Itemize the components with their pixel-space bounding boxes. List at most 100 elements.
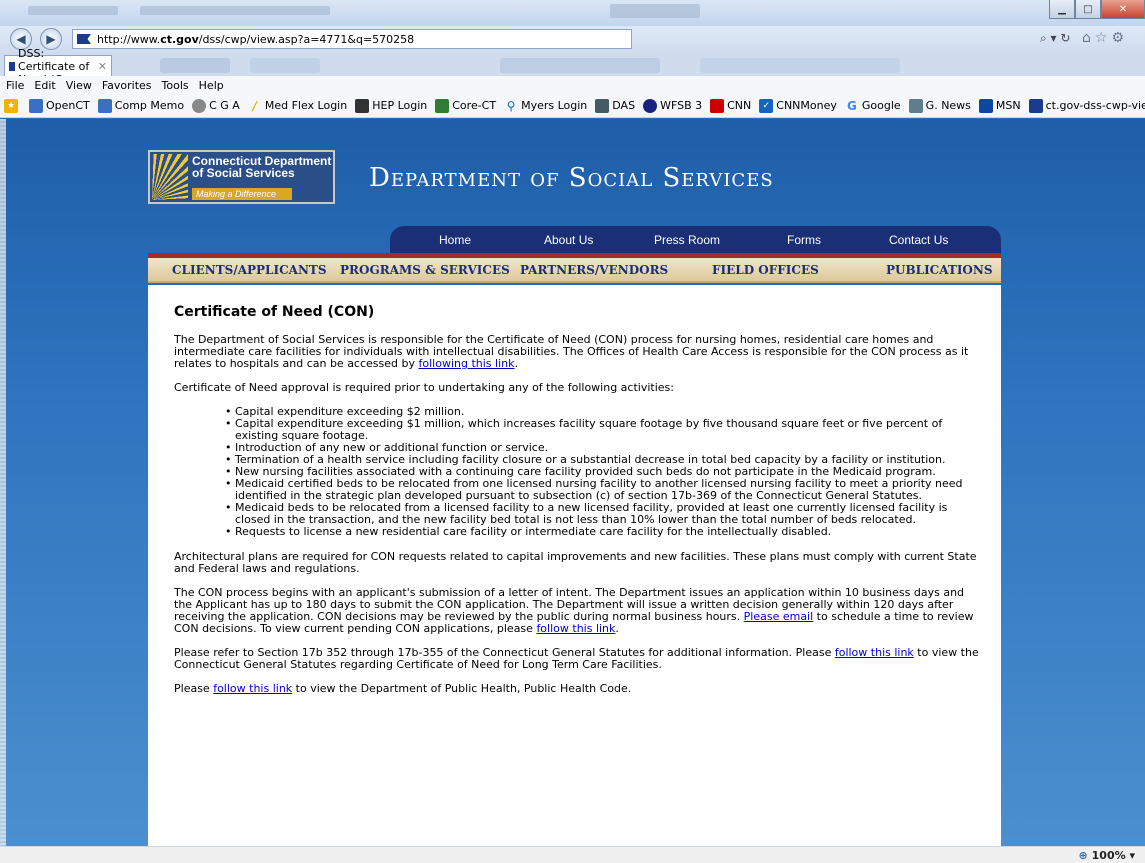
section-navigation: CLIENTS/APPLICANTS PROGRAMS & SERVICES P… [148,258,1001,283]
nav-about-us[interactable]: About Us [544,233,593,247]
search-icon[interactable]: ⌕ [1040,31,1047,45]
pending-applications-link[interactable]: follow this link [536,622,615,635]
bookmark-icon [908,98,923,113]
favorite-link[interactable]: WFSB 3 [643,98,702,113]
menu-help[interactable]: Help [199,79,224,92]
dss-logo[interactable]: Connecticut Department of Social Services… [148,150,335,204]
favorite-link[interactable]: Comp Memo [97,98,185,113]
search-refresh-controls[interactable]: ⌕ ▾ ↻ [1040,31,1070,46]
email-link[interactable]: Please email [744,610,814,623]
menu-view[interactable]: View [66,79,92,92]
home-icon[interactable]: ⌂ [1082,30,1095,46]
logo-line2: of Social Services [192,166,295,180]
favorite-label: Med Flex Login [264,99,348,112]
favorite-link[interactable]: Core-CT [435,98,496,113]
tab-row: DSS: Certificate of Need (C... ✕ [0,47,1145,86]
list-item: Medicaid certified beds to be relocated … [225,478,984,502]
favorite-link[interactable]: HEP Login [355,98,428,113]
titlebar-ghost [140,6,330,15]
nav-clients-applicants[interactable]: CLIENTS/APPLICANTS [172,263,327,277]
nav-forms[interactable]: Forms [787,233,821,247]
bookmark-icon [643,98,658,113]
favorite-label: OpenCT [46,99,90,112]
zoom-icon: ⊕ [1078,849,1088,862]
favorite-link[interactable]: G Google [845,99,901,113]
add-favorite-button[interactable]: ★ [4,98,21,113]
favorites-star-icon[interactable]: ☆ [1095,30,1112,46]
favorite-label: MSN [995,99,1021,112]
list-item: Medicaid beds to be relocated from a lic… [225,502,984,526]
maximize-button[interactable]: □ [1075,0,1101,19]
tab-dss-certificate[interactable]: DSS: Certificate of Need (C... ✕ [4,47,112,86]
statutes-paragraph: Please refer to Section 17b 352 through … [174,647,984,671]
health-code-start: Please [174,682,214,695]
refresh-icon[interactable]: ↻ [1060,31,1070,45]
minimize-button[interactable]: ▁ [1049,0,1075,19]
intro-end: . [514,357,518,370]
menu-file[interactable]: File [6,79,24,92]
titlebar-ghost [610,4,700,18]
settings-gear-icon[interactable]: ⚙ [1111,30,1128,46]
tab-ghost [250,58,320,73]
favorite-label: C G A [209,99,240,112]
sunburst-logo-icon [152,154,188,200]
favorite-label: DAS [612,99,636,112]
nav-publications[interactable]: PUBLICATIONS [886,263,993,277]
titlebar-ghost [28,6,118,15]
list-item: Capital expenditure exceeding $1 million… [225,418,984,442]
menu-tools[interactable]: Tools [162,79,189,92]
nav-home[interactable]: Home [439,233,471,247]
bookmark-icon [1028,98,1043,113]
zoom-control[interactable]: ⊕ 100% ▾ [1078,849,1135,862]
list-item: Requests to license a new residential ca… [225,526,984,539]
bookmark-icon [192,98,207,113]
left-edge-texture [0,119,6,846]
favorite-label: Myers Login [521,99,588,112]
nav-press-room[interactable]: Press Room [654,233,720,247]
favorite-label: CNNMoney [776,99,837,112]
favorite-link[interactable]: C G A [192,98,240,113]
health-code-paragraph: Please follow this link to view the Depa… [174,683,984,695]
top-navigation: Home About Us Press Room Forms Contact U… [390,226,1001,253]
bookmark-icon [435,98,450,113]
favorite-link[interactable]: CNN [710,98,751,113]
nav-field-offices[interactable]: FIELD OFFICES [712,263,819,277]
process-paragraph: The CON process begins with an applicant… [174,587,984,635]
address-bar[interactable]: http://www. ct.gov/dss/cwp/view.asp?a=477… [72,29,632,49]
tab-close-icon[interactable]: ✕ [98,60,107,73]
menu-edit[interactable]: Edit [34,79,55,92]
ohca-link[interactable]: following this link [419,357,515,370]
address-row: ◀ ▶ http://www. ct.gov/dss/cwp/view.asp?a… [0,26,1145,54]
favorite-label: Comp Memo [114,99,185,112]
favorite-link[interactable]: ⚲ Myers Login [504,99,588,113]
page-heading: Certificate of Need (CON) [174,304,375,320]
bookmark-icon [97,98,112,113]
tab-ghost [160,58,230,73]
back-arrow-icon: ◀ [16,32,26,46]
window-titlebar: ▁ □ ✕ [0,0,1145,26]
favorite-link[interactable]: MSN [978,98,1021,113]
nav-partners-vendors[interactable]: PARTNERS/VENDORS [520,263,668,277]
bookmark-icon [29,98,43,113]
health-code-link[interactable]: follow this link [213,682,292,695]
bookmark-icon: / [252,98,258,113]
window-controls: ▁ □ ✕ [1049,0,1145,19]
nav-contact-us[interactable]: Contact Us [889,233,948,247]
close-button[interactable]: ✕ [1101,0,1145,19]
site-flag-icon [77,34,91,44]
status-bar: ⊕ 100% ▾ [0,846,1145,863]
nav-programs-services[interactable]: PROGRAMS & SERVICES [340,263,510,277]
architectural-paragraph: Architectural plans are required for CON… [174,550,977,575]
favorite-link[interactable]: DAS [595,98,636,113]
favorite-link[interactable]: ct.gov-dss-cwp-view.aspa... [1028,98,1145,113]
favorite-link[interactable]: OpenCT [29,98,90,113]
favorite-link[interactable]: G. News [908,98,971,113]
menu-favorites[interactable]: Favorites [102,79,152,92]
main-content: Certificate of Need (CON) The Department… [148,285,1001,846]
favorite-label: HEP Login [372,99,428,112]
statutes-link[interactable]: follow this link [835,646,914,659]
favorite-link[interactable]: ✓ CNNMoney [759,98,837,113]
forward-arrow-icon: ▶ [46,32,56,46]
favorite-link[interactable]: / Med Flex Login [248,98,348,113]
activities-list: Capital expenditure exceeding $2 million… [225,406,984,539]
